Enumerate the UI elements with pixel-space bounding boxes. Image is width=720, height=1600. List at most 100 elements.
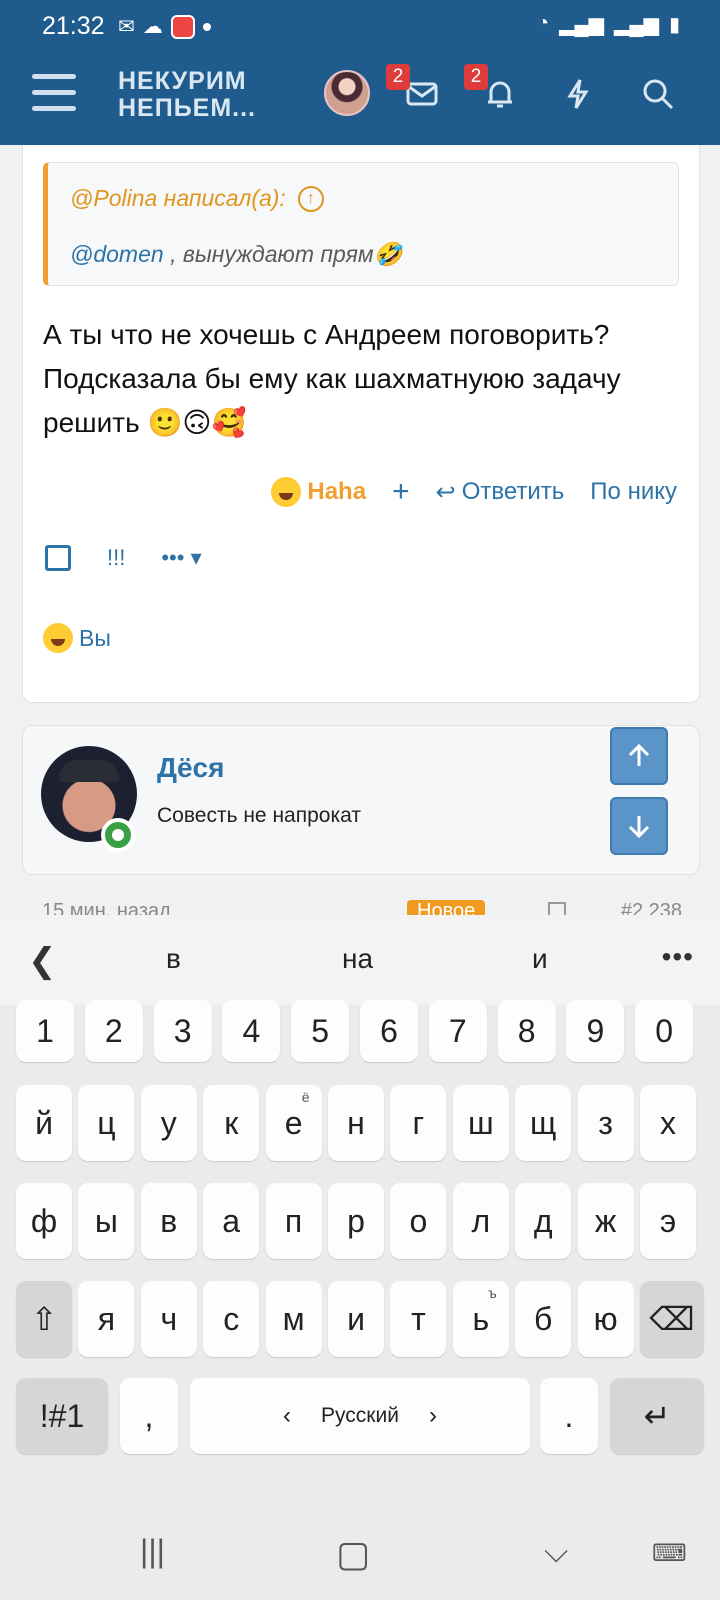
key-row3-3-label: м [282, 1300, 305, 1337]
post-body: А ты что не хочешь с Андреем поговорить?… [43, 319, 621, 438]
reply-button[interactable]: ↩ Ответить [436, 478, 565, 507]
key-row3-0[interactable]: я [78, 1281, 135, 1357]
backspace-key[interactable]: ⌫ [640, 1281, 704, 1357]
select-post-checkbox[interactable] [45, 545, 71, 571]
quote-text: , вынуждают прям🤣 [163, 241, 403, 267]
key-digit-7[interactable]: 8 [497, 1000, 556, 1062]
key-row1-7[interactable]: ш [452, 1085, 509, 1161]
key-digit-2[interactable]: 3 [153, 1000, 212, 1062]
more-options-button[interactable]: ••• ▾ [161, 545, 201, 571]
symbols-key[interactable]: !#1 [16, 1378, 108, 1454]
key-row3-5[interactable]: т [390, 1281, 447, 1357]
key-digit-4[interactable]: 5 [291, 1000, 350, 1062]
period-key[interactable]: . [540, 1378, 598, 1454]
key-digit-0[interactable]: 1 [16, 1000, 74, 1062]
suggestion-3[interactable]: и [532, 943, 548, 975]
comma-key[interactable]: , [120, 1378, 178, 1454]
recent-apps-icon[interactable]: ||| [140, 1533, 165, 1570]
author-name[interactable]: Дёся [157, 752, 224, 784]
key-row2-0[interactable]: ф [16, 1183, 72, 1259]
scroll-down-button[interactable] [610, 797, 668, 855]
jump-to-quote-icon[interactable]: ↑ [297, 185, 324, 212]
suggestion-2[interactable]: на [342, 943, 373, 975]
enter-key[interactable]: ↵ [610, 1378, 704, 1454]
key-row1-6[interactable]: г [390, 1085, 447, 1161]
key-digit-1[interactable]: 2 [84, 1000, 143, 1062]
key-digit-6-label: 7 [448, 1012, 467, 1049]
quote-author[interactable]: @Polina написал(а): [70, 185, 286, 212]
key-row2-3[interactable]: а [203, 1183, 260, 1259]
key-digit-6[interactable]: 7 [428, 1000, 487, 1062]
chevron-left-icon[interactable]: ❮ [28, 941, 57, 981]
post-tools: !!! ••• ▾ [45, 545, 202, 571]
key-digit-8[interactable]: 9 [566, 1000, 625, 1062]
key-row1-10[interactable]: х [640, 1085, 696, 1161]
key-row1-0[interactable]: й [16, 1085, 72, 1161]
user-avatar[interactable] [324, 70, 370, 116]
key-row3-2[interactable]: с [203, 1281, 260, 1357]
home-icon[interactable]: ▢ [336, 1533, 370, 1575]
key-row3-1[interactable]: ч [140, 1281, 197, 1357]
key-row1-1[interactable]: ц [78, 1085, 135, 1161]
reply-icon: ↩ [435, 478, 456, 506]
key-row2-5[interactable]: р [328, 1183, 384, 1259]
key-row2-7[interactable]: л [452, 1183, 509, 1259]
alerts-button[interactable]: 2 [464, 64, 522, 116]
key-row2-10[interactable]: э [640, 1183, 696, 1259]
suggestion-1[interactable]: в [166, 943, 181, 975]
key-row1-3[interactable]: к [203, 1085, 260, 1161]
key-row2-1[interactable]: ы [78, 1183, 135, 1259]
key-digit-9[interactable]: 0 [635, 1000, 694, 1062]
quote-block: @Polina написал(а): ↑ @domen , вынуждают… [43, 162, 679, 286]
key-row3-7[interactable]: б [515, 1281, 572, 1357]
post-actions: Haha + ↩ Ответить По нику [271, 475, 677, 509]
add-reaction-button[interactable]: + [392, 475, 410, 509]
post-time[interactable]: 15 мин. назад [42, 900, 171, 916]
key-row2-8[interactable]: д [515, 1183, 572, 1259]
space-key[interactable]: ‹ Русский › [190, 1378, 530, 1454]
key-row3-4[interactable]: и [328, 1281, 384, 1357]
key-row2-7-label: л [471, 1202, 491, 1239]
search-button[interactable] [636, 72, 680, 116]
key-row1-9[interactable]: з [577, 1085, 634, 1161]
key-digit-9-label: 0 [655, 1012, 674, 1049]
key-row3-6[interactable]: ьъ [452, 1281, 509, 1357]
quote-mention[interactable]: @domen [70, 241, 164, 267]
keyboard-icon[interactable]: ⌨ [652, 1539, 687, 1568]
key-digit-1-label: 2 [104, 1012, 123, 1049]
reactors-label: Вы [79, 624, 111, 651]
inbox-button[interactable]: 2 [386, 64, 444, 116]
key-digit-3[interactable]: 4 [222, 1000, 281, 1062]
signal-icon-2: ▂▄▆ [614, 14, 659, 36]
key-row1-4[interactable]: её [265, 1085, 322, 1161]
key-row2-6[interactable]: о [390, 1183, 447, 1259]
menu-icon[interactable] [32, 74, 76, 112]
post-number[interactable]: #2 238 [621, 900, 682, 916]
key-row3-3[interactable]: м [265, 1281, 322, 1357]
key-row2-4[interactable]: п [265, 1183, 322, 1259]
key-digit-5[interactable]: 6 [360, 1000, 418, 1062]
reaction-button[interactable]: Haha [271, 477, 366, 507]
key-row1-5[interactable]: н [328, 1085, 384, 1161]
key-row3-4-label: и [347, 1300, 365, 1337]
mention-by-nick-button[interactable]: По нику [590, 478, 677, 506]
quote-header[interactable]: @Polina написал(а): ↑ [70, 185, 324, 212]
back-icon[interactable]: ⌵ [544, 1533, 568, 1571]
scroll-up-button[interactable] [610, 727, 668, 785]
key-row2-2[interactable]: в [140, 1183, 197, 1259]
key-row2-9[interactable]: ж [577, 1183, 634, 1259]
key-row1-4-label: е [284, 1104, 303, 1141]
key-row1-2[interactable]: у [140, 1085, 197, 1161]
key-row1-10-label: х [660, 1104, 676, 1141]
more-notifications-icon [202, 22, 211, 31]
more-options-icon[interactable]: ••• [662, 941, 694, 973]
key-row1-8[interactable]: щ [515, 1085, 572, 1161]
site-logo[interactable]: НЕКУРИМ НЕПЬЕМ... [118, 68, 256, 122]
whats-new-button[interactable] [556, 72, 600, 116]
reactions-summary[interactable]: Вы [43, 623, 111, 653]
shift-key[interactable]: ⇧ [16, 1281, 72, 1357]
key-row3-8[interactable]: ю [577, 1281, 634, 1357]
report-button[interactable]: !!! [107, 545, 125, 571]
new-badge: Новое [407, 900, 486, 916]
bookmark-icon[interactable] [548, 902, 566, 916]
